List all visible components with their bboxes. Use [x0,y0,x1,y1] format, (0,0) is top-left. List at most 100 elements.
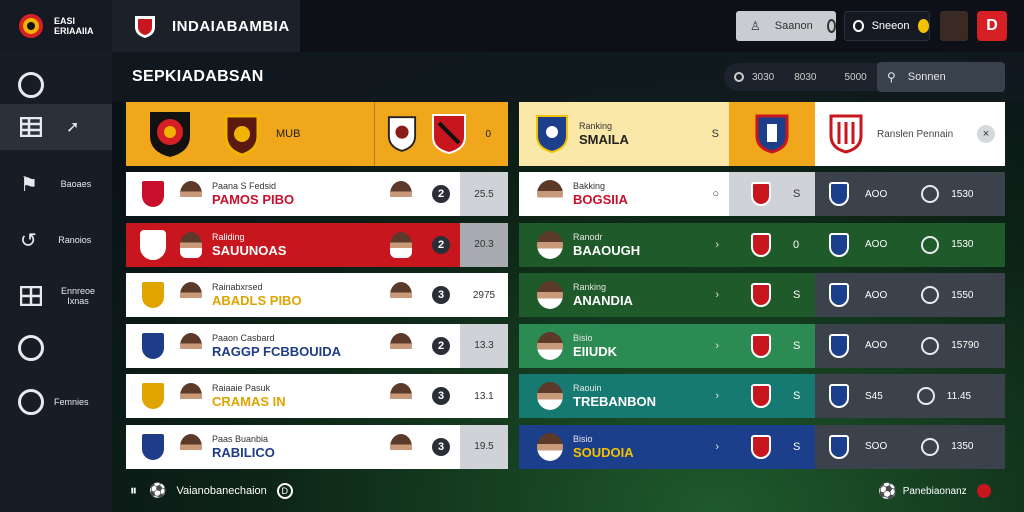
right-table-row[interactable]: Ranodr BAAOUGH › 0 AOO 1530 [519,222,1005,267]
opponent-crest-icon [388,116,417,152]
grid-icon [20,286,42,306]
rank-badge: 2 [432,336,450,355]
rank-badge: 3 [432,387,450,405]
user-avatar[interactable] [940,11,968,41]
header-action-button[interactable]: ♙ Saanon [736,11,836,41]
right-table-row[interactable]: Raouin TREBANBON › S S45 11.45 [519,374,1005,418]
player-photo [537,382,563,410]
player-subtitle: Rainabxrsed [212,282,263,292]
sidebar-item-ixnas[interactable]: Ennreoe Ixnas [0,274,112,318]
compare-icon[interactable] [921,235,940,254]
pause-icon[interactable]: ⏸ [130,482,137,499]
compare-icon[interactable] [921,437,940,456]
player-photo [537,331,563,360]
left-table-row[interactable]: Paaon Casbard RAGGP FCBBOUIDA 2 13.3 [126,323,508,368]
sidebar-item-ixnas-label: Ennreoe Ixnas [60,286,96,306]
stat-value: 11.45 [946,390,972,402]
header-action-label: Saanon [774,20,813,32]
club-badge-value: S [793,440,801,453]
close-icon[interactable]: × [977,125,995,143]
sidebar-item-femnies[interactable]: Femnies [0,382,112,422]
chevron-right-icon[interactable]: › [715,239,719,251]
left-table-row[interactable]: Raliding SAUUNOAS 2 20.3 [126,222,508,267]
rival-crest-icon [432,114,467,155]
team-name: EIIUDK [573,343,618,359]
compare-icon[interactable] [916,387,935,405]
player-name: RABILICO [212,444,275,460]
club-cell: S [729,273,815,317]
club-crest-icon [751,182,771,206]
stat-value: 8030 [794,71,817,83]
right-table-row[interactable]: Ranking ANANDIA › S AOO 1550 [519,273,1005,317]
right-header-main: Ranking SMAILA S [519,102,729,166]
power-icon[interactable] [976,484,991,498]
chevron-right-icon[interactable]: › [715,289,719,301]
page-title: SEPKIADABSAN [132,68,264,85]
stat-value: 1550 [951,289,974,301]
footer-left-badge[interactable]: D [276,482,293,499]
club-logo-icon [19,14,43,38]
player-photo [390,433,412,460]
compare-icon[interactable] [921,336,940,355]
chevron-right-icon[interactable]: › [715,441,719,453]
footer-left-label: Vaianobanechaion [176,484,267,497]
chevron-right-icon[interactable]: › [715,340,719,352]
toggle-icon [826,19,836,33]
sidebar-item-circle[interactable] [0,328,112,368]
sidebar-item-rankings[interactable]: ↺ Ranoios [0,218,112,262]
search-placeholder: Sonnen [907,71,946,83]
player-name: ABADLS PIBO [212,293,302,308]
search-input[interactable]: ⚲ Sonnen [877,62,1005,92]
stat-value: 1530 [951,188,974,200]
user-icon: ♙ [750,19,761,33]
clock-icon [853,20,864,32]
club-badge-value: S [793,289,801,301]
chevron-right-icon[interactable]: › [715,390,719,402]
footer-left: ⏸ ⚽ Vaianobanechaion D [130,482,293,499]
stats-cell: AOO 1550 [815,273,1005,317]
right-table-row[interactable]: Bisio EIIUDK › S AOO 15790 [519,323,1005,368]
score-cell: 13.1 [460,374,508,418]
trend-icon: ➚ [66,119,80,136]
header-coin-button[interactable]: Sneeon [844,11,930,41]
score-cell: 19.5 [460,424,508,469]
stat-label: S45 [865,390,883,402]
club-crest-icon [140,179,166,209]
alert-button[interactable]: D [977,11,1007,41]
stat-label: AOO [865,340,888,351]
left-table-row[interactable]: Paana S Fedsid PAMOS PIBO 2 25.5 [126,172,508,216]
club-crest-icon [751,333,771,358]
score-cell: 2975 [460,273,508,317]
right-header-extra: Ranslen Pennain × [815,102,1005,166]
club-crest-icon [150,112,190,157]
right-header-flag: S [711,128,719,140]
right-header-extra-label: Ranslen Pennain [877,128,954,140]
sidebar-item-home[interactable] [0,62,62,108]
left-table-row[interactable]: Paas Buanbia RABILICO 3 19.5 [126,424,508,469]
team-cell: Bakking BOGSIIA ○ [519,172,729,216]
club-cell: S [729,323,815,368]
sidebar-item-table[interactable]: ➚ [0,104,112,150]
stats-cell: AOO 1530 [815,172,1005,216]
sidebar-item-clubs[interactable]: ⚑ Baoaes [0,162,112,206]
right-header-title-wrap: Ranking SMAILA [579,121,629,147]
left-table-row[interactable]: Raiaaie Pasuk CRAMAS IN 3 13.1 [126,374,508,418]
player-subtitle: Paana S Fedsid [212,181,277,191]
left-table-row[interactable]: Rainabxrsed ABADLS PIBO 3 2975 [126,273,508,317]
club-crest-icon [140,431,166,462]
brand-block: EASI ERIAAIIA [0,0,112,52]
ball-icon[interactable]: ⚽ [149,482,166,499]
compare-icon[interactable] [921,185,940,203]
ball-icon[interactable]: ⚽ [878,482,897,500]
team-name-wrap: Ranking ANANDIA [573,282,633,308]
chevron-right-icon[interactable]: ○ [712,188,719,200]
compare-icon[interactable] [921,286,940,304]
right-table-row[interactable]: Bisio SOUDOIA › S SOO 1350 [519,424,1005,469]
coin-icon [917,19,929,33]
club-crest-icon [140,280,166,310]
right-table-row[interactable]: Bakking BOGSIIA ○ S AOO 1530 [519,172,1005,216]
player-photo [180,433,202,460]
player-name-wrap: Raiaaie Pasuk CRAMAS IN [212,383,362,409]
circle-icon [18,335,44,361]
stat-value: 5000 [844,71,867,83]
